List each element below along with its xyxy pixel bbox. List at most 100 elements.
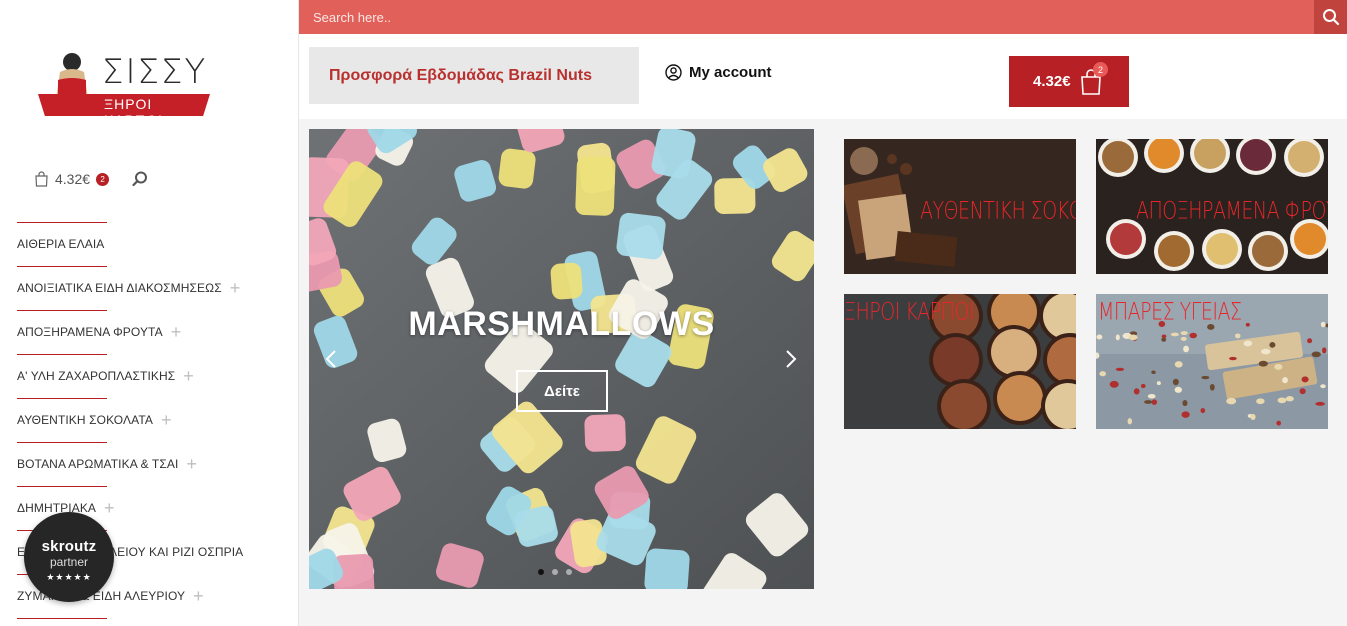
seed-shape bbox=[1322, 347, 1327, 354]
seed-shape bbox=[1269, 341, 1276, 348]
fruit-shape bbox=[1240, 139, 1272, 171]
seed-shape bbox=[1182, 399, 1188, 407]
seed-shape bbox=[1285, 396, 1294, 402]
seed-shape bbox=[1170, 332, 1179, 337]
tile-label: ΞΗΡΟΙ ΚΑΡΠΟΙ bbox=[844, 298, 975, 326]
category-row: ΑΙΘΕΡΙΑ ΕΛΑΙΑ bbox=[17, 237, 104, 251]
category-row: ΑΥΘΕΝΤΙΚΗ ΣΟΚΟΛΑΤΑ + bbox=[17, 411, 172, 429]
seed-shape bbox=[1276, 420, 1282, 426]
marshmallow-shape bbox=[575, 156, 616, 216]
nut-shape bbox=[991, 329, 1037, 375]
slider-prev-arrow[interactable] bbox=[321, 345, 341, 373]
sidebar-category-item[interactable]: ΑΝΟΙΞΙΑΤΙΚΑ ΕΙΔΗ ΔΙΑΚΟΣΜΗΣΕΩΣ + bbox=[17, 266, 240, 310]
seed-shape bbox=[1115, 367, 1125, 371]
seed-shape bbox=[1144, 400, 1153, 404]
slider-dot[interactable] bbox=[538, 569, 544, 575]
seed-shape bbox=[1174, 386, 1183, 393]
seed-shape bbox=[1301, 376, 1309, 383]
seed-shape bbox=[1151, 370, 1156, 375]
expand-plus-icon[interactable]: + bbox=[230, 279, 241, 297]
skroutz-stars: ★★★★★ bbox=[46, 572, 92, 582]
slide-cta-button[interactable]: Δείτε bbox=[516, 370, 608, 412]
sidebar-category-item[interactable]: ΑΠΟΞΗΡΑΜΕΝΑ ΦΡΟΥΤΑ + bbox=[17, 310, 181, 354]
seed-shape bbox=[1315, 401, 1325, 406]
seed-shape bbox=[1234, 333, 1241, 339]
expand-plus-icon[interactable]: + bbox=[193, 587, 204, 605]
seed-shape bbox=[1201, 375, 1210, 380]
sidebar-category-item[interactable]: ΑΙΘΕΡΙΑ ΕΛΑΙΑ bbox=[17, 222, 107, 266]
marshmallow-shape bbox=[644, 548, 690, 589]
nut-shape bbox=[941, 383, 987, 429]
skroutz-brand: skroutz bbox=[41, 538, 97, 555]
shopping-bag-icon bbox=[35, 171, 48, 187]
expand-plus-icon[interactable]: + bbox=[186, 455, 197, 473]
marshmallow-shape bbox=[584, 414, 626, 452]
seed-shape bbox=[1243, 340, 1253, 347]
search-button[interactable] bbox=[1314, 0, 1347, 34]
expand-plus-icon[interactable]: + bbox=[183, 367, 194, 385]
expand-plus-icon[interactable]: + bbox=[161, 411, 172, 429]
weekly-offer-text: Προσφορά Εβδομάδας Brazil Nuts bbox=[329, 66, 592, 84]
seed-shape bbox=[1282, 377, 1288, 384]
weekly-offer-banner[interactable]: Προσφορά Εβδομάδας Brazil Nuts bbox=[309, 47, 639, 104]
divider bbox=[17, 618, 107, 619]
search-icon[interactable] bbox=[131, 170, 149, 188]
seed-shape bbox=[1274, 363, 1283, 370]
seed-shape bbox=[1156, 381, 1161, 386]
seed-shape bbox=[1260, 348, 1271, 355]
chevron-right-icon bbox=[786, 350, 797, 368]
search-icon bbox=[1322, 9, 1339, 26]
seed-shape bbox=[1181, 411, 1190, 418]
tile-dried-fruits[interactable]: ΑΠΟΞΗΡΑΜΕΝΑ ΦΡΟΥΤΑ bbox=[1096, 139, 1328, 274]
site-logo[interactable]: ΣΙΣΣΥ ΞΗΡΟΙ ΚΑΡΠΟΙ bbox=[38, 50, 210, 128]
hero-slider[interactable]: MARSHMALLOWS Δείτε bbox=[309, 129, 814, 589]
sidebar-category-item[interactable]: Α' ΥΛΗ ΖΑΧΑΡΟΠΛΑΣΤΙΚΗΣ + bbox=[17, 354, 194, 398]
sidebar-category-item[interactable]: ΑΥΘΕΝΤΙΚΗ ΣΟΚΟΛΑΤΑ + bbox=[17, 398, 172, 442]
category-label: Α' ΥΛΗ ΖΑΧΑΡΟΠΛΑΣΤΙΚΗΣ bbox=[17, 369, 176, 383]
sidebar-category-item[interactable]: ΒΟΤΑΝΑ ΑΡΩΜΑΤΙΚΑ & ΤΣΑΙ + bbox=[17, 442, 197, 486]
seed-shape bbox=[1299, 388, 1306, 395]
fruit-shape bbox=[1252, 235, 1284, 267]
seed-shape bbox=[1183, 345, 1189, 353]
seed-shape bbox=[1209, 383, 1215, 391]
tile-chocolate[interactable]: ΑΥΘΕΝΤΙΚΗ ΣΟΚΟΛΑΤΑ bbox=[844, 139, 1076, 274]
seed-shape bbox=[1151, 399, 1158, 405]
fruit-shape bbox=[1158, 235, 1190, 267]
slider-next-arrow[interactable] bbox=[781, 345, 801, 373]
slider-dot[interactable] bbox=[566, 569, 572, 575]
seed-shape bbox=[1115, 334, 1120, 341]
sidebar-cart[interactable]: 4.32€ 2 bbox=[34, 170, 110, 188]
slider-dot[interactable] bbox=[552, 569, 558, 575]
my-account-link[interactable]: My account bbox=[665, 64, 772, 81]
skroutz-partner-badge[interactable]: skroutz partner ★★★★★ bbox=[24, 512, 114, 602]
fruit-shape bbox=[1294, 223, 1326, 255]
sidebar-cart-count: 2 bbox=[96, 172, 110, 186]
fruit-shape bbox=[1102, 141, 1134, 173]
expand-plus-icon[interactable]: + bbox=[104, 499, 115, 517]
tile-nuts[interactable]: ΞΗΡΟΙ ΚΑΡΠΟΙ bbox=[844, 294, 1076, 429]
fruit-shape bbox=[1206, 233, 1238, 265]
seed-shape bbox=[1174, 361, 1183, 368]
expand-plus-icon[interactable]: + bbox=[171, 323, 182, 341]
seed-shape bbox=[1099, 371, 1107, 377]
seed-shape bbox=[1250, 413, 1256, 420]
search-input[interactable] bbox=[299, 0, 1314, 34]
tile-label: ΑΥΘΕΝΤΙΚΗ ΣΟΚΟΛΑΤΑ bbox=[920, 197, 1076, 225]
cart-button[interactable]: 4.32€ 2 bbox=[1009, 56, 1129, 107]
slider-dots bbox=[538, 569, 572, 575]
search-bar bbox=[299, 0, 1347, 34]
category-row: ΑΝΟΙΞΙΑΤΙΚΑ ΕΙΔΗ ΔΙΑΚΟΣΜΗΣΕΩΣ + bbox=[17, 279, 241, 297]
tile-health-bars[interactable]: ΜΠΑΡΕΣ ΥΓΕΙΑΣ bbox=[1096, 294, 1328, 429]
seed-shape bbox=[1147, 393, 1156, 399]
seed-shape bbox=[1320, 321, 1326, 328]
category-row: ΑΠΟΞΗΡΑΜΕΝΑ ΦΡΟΥΤΑ + bbox=[17, 323, 182, 341]
category-label: ΑΥΘΕΝΤΙΚΗ ΣΟΚΟΛΑΤΑ bbox=[17, 413, 153, 427]
tile-label: ΑΠΟΞΗΡΑΜΕΝΑ ΦΡΟΥΤΑ bbox=[1136, 197, 1328, 225]
seed-shape bbox=[1109, 380, 1119, 388]
user-icon bbox=[665, 64, 682, 81]
seed-shape bbox=[1320, 384, 1326, 389]
seed-shape bbox=[1245, 322, 1250, 327]
seed-shape bbox=[1133, 388, 1140, 395]
cart-total: 4.32€ bbox=[1033, 73, 1071, 90]
seed-shape bbox=[1307, 338, 1313, 344]
